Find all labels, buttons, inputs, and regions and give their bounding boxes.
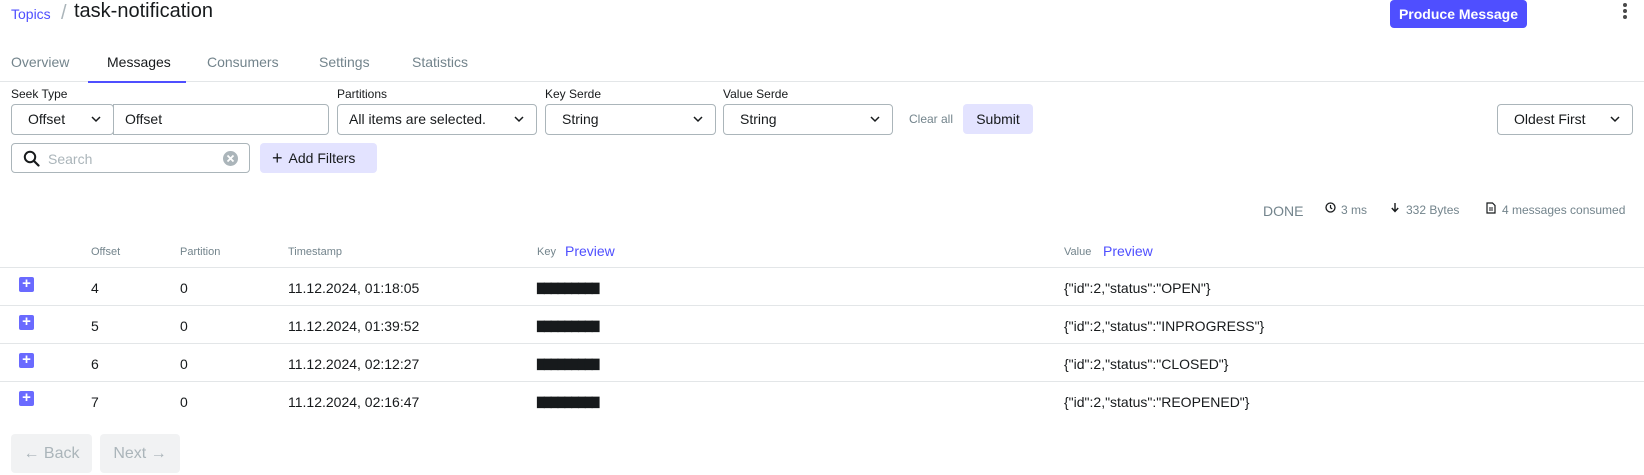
- page-title: task-notification: [74, 0, 213, 22]
- column-value: Value: [1064, 246, 1092, 258]
- row-offset: 7: [91, 394, 99, 410]
- next-button[interactable]: Next →: [100, 434, 180, 473]
- back-button[interactable]: ← Back: [11, 434, 92, 473]
- tab-consumers[interactable]: Consumers: [207, 54, 279, 81]
- expand-row-icon[interactable]: +: [19, 314, 34, 330]
- chevron-down-icon: [91, 114, 101, 124]
- row-offset: 5: [91, 318, 99, 334]
- row-timestamp: 11.12.2024, 02:12:27: [288, 356, 420, 372]
- sort-order-value: Oldest First: [1514, 111, 1586, 127]
- column-offset: Offset: [91, 246, 121, 258]
- tab-messages[interactable]: Messages: [88, 54, 186, 83]
- row-partition: 0: [180, 356, 188, 372]
- table-row: + 6 0 11.12.2024, 02:12:27 ▆▆▆▆▆▆▆▆▆ {"i…: [0, 343, 1644, 381]
- sort-order-select[interactable]: Oldest First: [1497, 104, 1633, 135]
- tab-statistics[interactable]: Statistics: [412, 54, 468, 81]
- table-row: + 4 0 11.12.2024, 01:18:05 ▆▆▆▆▆▆▆▆▆ {"i…: [0, 267, 1644, 305]
- search-icon: [23, 150, 40, 172]
- table-row: + 5 0 11.12.2024, 01:39:52 ▆▆▆▆▆▆▆▆▆ {"i…: [0, 305, 1644, 343]
- clear-search-icon[interactable]: [222, 150, 239, 172]
- table-row: + 7 0 11.12.2024, 02:16:47 ▆▆▆▆▆▆▆▆▆ {"i…: [0, 381, 1644, 419]
- offset-input-value: Offset: [125, 111, 163, 127]
- expand-row-icon[interactable]: +: [19, 390, 34, 406]
- value-serde-value: String: [740, 111, 777, 127]
- row-key: ▆▆▆▆▆▆▆▆▆: [537, 356, 599, 371]
- breadcrumb-topics-link[interactable]: Topics: [11, 6, 51, 22]
- more-options-icon[interactable]: [1620, 3, 1630, 23]
- column-partition: Partition: [180, 246, 221, 258]
- chevron-down-icon: [1610, 114, 1620, 124]
- row-key: ▆▆▆▆▆▆▆▆▆: [537, 318, 599, 333]
- chevron-down-icon: [514, 114, 524, 124]
- produce-message-button[interactable]: Produce Message: [1390, 0, 1527, 28]
- value-serde-label: Value Serde: [723, 87, 789, 101]
- seek-type-label: Seek Type: [11, 87, 68, 101]
- row-timestamp: 11.12.2024, 02:16:47: [288, 394, 420, 410]
- search-input[interactable]: [48, 149, 208, 169]
- row-key: ▆▆▆▆▆▆▆▆▆: [537, 394, 599, 409]
- value-preview-link[interactable]: Preview: [1103, 243, 1153, 259]
- row-value: {"id":2,"status":"REOPENED"}: [1064, 394, 1250, 410]
- row-offset: 6: [91, 356, 99, 372]
- clock-icon: [1325, 202, 1336, 216]
- expand-row-icon[interactable]: +: [19, 352, 34, 368]
- row-value: {"id":2,"status":"INPROGRESS"}: [1064, 318, 1265, 334]
- tab-overview[interactable]: Overview: [11, 54, 69, 81]
- tab-settings[interactable]: Settings: [319, 54, 370, 81]
- row-offset: 4: [91, 280, 99, 296]
- row-timestamp: 11.12.2024, 01:18:05: [288, 280, 420, 296]
- partitions-select[interactable]: All items are selected.: [337, 104, 537, 135]
- row-value: {"id":2,"status":"CLOSED"}: [1064, 356, 1229, 372]
- key-serde-select[interactable]: String: [545, 104, 716, 135]
- column-key: Key: [537, 246, 556, 258]
- value-serde-select[interactable]: String: [723, 104, 893, 135]
- elapsed-time: 3 ms: [1341, 203, 1368, 217]
- row-partition: 0: [180, 280, 188, 296]
- tab-bar: Overview Messages Consumers Settings Sta…: [0, 44, 1644, 83]
- clear-all-link[interactable]: Clear all: [909, 112, 953, 126]
- breadcrumb-separator: /: [61, 2, 67, 24]
- bytes-consumed: 332 Bytes: [1406, 203, 1460, 217]
- expand-row-icon[interactable]: +: [19, 276, 34, 292]
- document-icon: [1486, 202, 1496, 217]
- row-partition: 0: [180, 394, 188, 410]
- add-filters-label: Add Filters: [288, 149, 356, 166]
- key-serde-label: Key Serde: [545, 87, 602, 101]
- column-timestamp: Timestamp: [288, 246, 342, 258]
- arrow-down-icon: [1390, 202, 1400, 216]
- chevron-down-icon: [693, 114, 703, 124]
- row-partition: 0: [180, 318, 188, 334]
- status-text: DONE: [1263, 203, 1304, 219]
- search-box: [11, 143, 250, 173]
- plus-icon: +: [272, 147, 283, 168]
- row-value: {"id":2,"status":"OPEN"}: [1064, 280, 1211, 296]
- messages-consumed: 4 messages consumed: [1502, 203, 1626, 217]
- seek-type-value: Offset: [28, 111, 66, 127]
- key-serde-value: String: [562, 111, 599, 127]
- partitions-label: Partitions: [337, 87, 388, 101]
- submit-button[interactable]: Submit: [963, 104, 1033, 134]
- add-filters-button[interactable]: + Add Filters: [260, 143, 377, 173]
- row-timestamp: 11.12.2024, 01:39:52: [288, 318, 420, 334]
- row-key: ▆▆▆▆▆▆▆▆▆: [537, 280, 599, 295]
- key-preview-link[interactable]: Preview: [565, 243, 615, 259]
- offset-input[interactable]: Offset: [113, 104, 329, 135]
- seek-type-select[interactable]: Offset: [11, 104, 114, 135]
- partitions-value: All items are selected.: [349, 111, 486, 127]
- chevron-down-icon: [870, 114, 880, 124]
